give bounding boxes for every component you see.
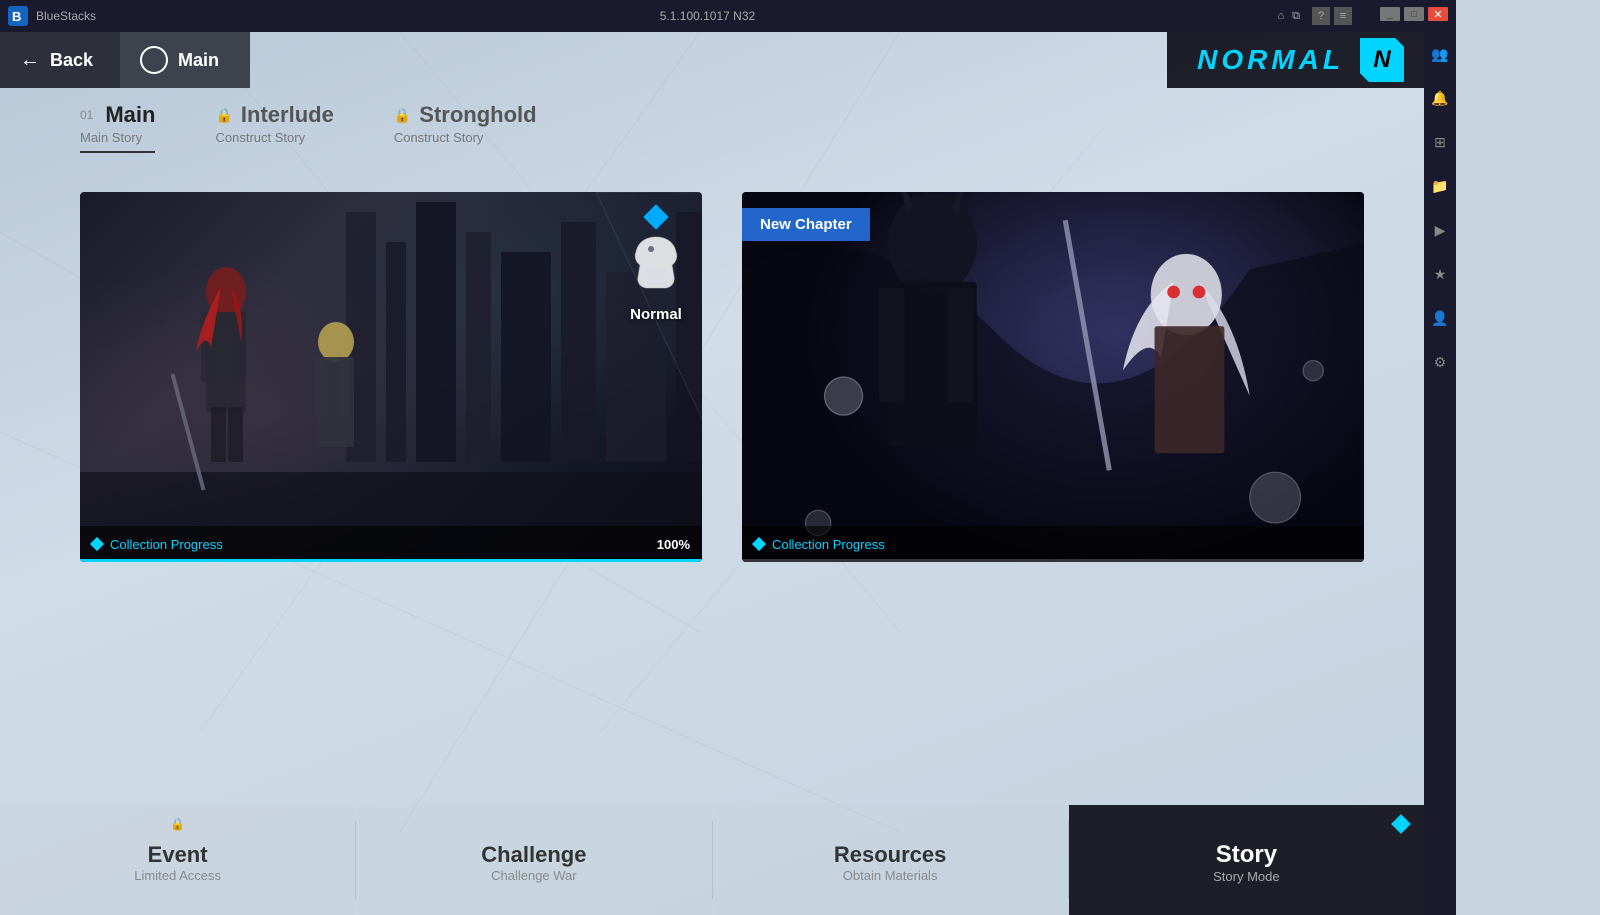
interlude-lock-icon: 🔒 — [215, 107, 232, 124]
back-button[interactable]: ← Back — [0, 32, 120, 88]
main-content: ← Back Main NORMAL N 01 Main Main Story … — [0, 32, 1424, 915]
tab-interlude[interactable]: 🔒 Interlude Construct Story — [215, 102, 333, 153]
app-title: BlueStacks — [36, 9, 654, 23]
collection-progress-1: Collection Progress 100% — [80, 526, 702, 562]
multi-icon[interactable]: ⧉ — [1292, 10, 1300, 23]
card-image-1: Normal Collection Progress 100% — [80, 192, 702, 562]
main-button[interactable]: Main — [120, 32, 250, 88]
svg-text:B: B — [12, 9, 21, 24]
title-bar: B BlueStacks 5.1.100.1017 N32 ⌂ ⧉ ? ≡ _ … — [0, 0, 1456, 32]
mode-section: NORMAL N — [1167, 32, 1424, 88]
tabs-section: 01 Main Main Story 🔒 Interlude Construct… — [80, 102, 537, 153]
help-button[interactable]: ? — [1312, 7, 1330, 25]
story-active-diamond — [1391, 814, 1411, 834]
close-button[interactable]: ✕ — [1428, 7, 1448, 21]
layers-icon[interactable]: ⊞ — [1426, 128, 1454, 156]
chapter-card-2[interactable]: New Chapter Collection Progress 02 Journ… — [742, 192, 1364, 562]
tab-stronghold[interactable]: 🔒 Stronghold Construct Story — [394, 102, 537, 153]
tab-main-title-row: 01 Main — [80, 102, 155, 128]
top-nav: ← Back Main NORMAL N — [0, 32, 1424, 88]
tab-stronghold-sub: Construct Story — [394, 130, 537, 145]
tab-interlude-title-row: 🔒 Interlude — [215, 102, 333, 128]
tab-main[interactable]: 01 Main Main Story — [80, 102, 155, 153]
right-sidebar: 👥 🔔 ⊞ 📁 ▶ ★ 👤 ⚙ — [1424, 32, 1456, 915]
app-version: 5.1.100.1017 N32 — [660, 9, 1278, 23]
maximize-button[interactable]: □ — [1404, 7, 1424, 21]
challenge-sub: Challenge War — [491, 868, 577, 883]
card-image-2: New Chapter Collection Progress — [742, 192, 1364, 562]
back-arrow-icon: ← — [20, 49, 40, 72]
settings-icon[interactable]: ⚙ — [1426, 348, 1454, 376]
title-bar-icons: ⌂ ⧉ — [1278, 10, 1301, 23]
star-icon[interactable]: ★ — [1426, 260, 1454, 288]
new-chapter-badge: New Chapter — [742, 208, 870, 241]
bottom-nav-resources[interactable]: Resources Obtain Materials — [713, 805, 1068, 915]
bottom-nav: Event Limited Access Challenge Challenge… — [0, 805, 1424, 915]
tab-main-name: Main — [105, 102, 155, 128]
tab-main-num: 01 — [80, 108, 93, 122]
event-sub: Limited Access — [134, 868, 221, 883]
event-label: Event — [148, 842, 208, 868]
main-circle-icon — [140, 46, 168, 74]
resources-sub: Obtain Materials — [843, 868, 938, 883]
tab-interlude-sub: Construct Story — [215, 130, 333, 145]
progress-bar-1 — [80, 559, 702, 562]
tab-stronghold-name: Stronghold — [419, 102, 536, 128]
bottom-nav-event[interactable]: Event Limited Access — [0, 805, 355, 915]
bottom-nav-challenge[interactable]: Challenge Challenge War — [356, 805, 711, 915]
progress-diamond-2 — [752, 537, 766, 551]
stronghold-lock-icon: 🔒 — [394, 107, 411, 124]
challenge-label: Challenge — [481, 842, 586, 868]
mode-logo: N — [1360, 38, 1404, 82]
mode-letter: N — [1373, 46, 1390, 74]
folder-icon[interactable]: 📁 — [1426, 172, 1454, 200]
tab-interlude-name: Interlude — [241, 102, 334, 128]
user-icon[interactable]: 👤 — [1426, 304, 1454, 332]
resources-label: Resources — [834, 842, 947, 868]
normal-badge-text: Normal — [630, 306, 682, 323]
tab-main-sub: Main Story — [80, 130, 155, 145]
story-sub: Story Mode — [1213, 869, 1279, 884]
arrow-icon[interactable]: ▶ — [1426, 216, 1454, 244]
progress-bar-2 — [742, 559, 1364, 562]
menu-button[interactable]: ≡ — [1334, 7, 1352, 25]
users-icon[interactable]: 👥 — [1426, 40, 1454, 68]
normal-badge: Normal — [626, 208, 686, 323]
progress-label-1: Collection Progress — [110, 537, 649, 552]
minimize-button[interactable]: _ — [1380, 7, 1400, 21]
bell-icon[interactable]: 🔔 — [1426, 84, 1454, 112]
progress-fill-1 — [80, 559, 702, 562]
back-label: Back — [50, 50, 93, 71]
mode-label: NORMAL — [1197, 44, 1344, 76]
story-label: Story — [1216, 841, 1277, 869]
cards-area: Normal Collection Progress 100% 01 Graff… — [80, 192, 1364, 795]
bottom-nav-story[interactable]: Story Story Mode — [1069, 805, 1424, 915]
chapter-card-1[interactable]: Normal Collection Progress 100% 01 Graff… — [80, 192, 702, 562]
collection-progress-2: Collection Progress — [742, 526, 1364, 562]
app-logo: B — [8, 6, 28, 26]
progress-diamond-1 — [90, 537, 104, 551]
new-chapter-label: New Chapter — [760, 216, 852, 233]
progress-label-2: Collection Progress — [772, 537, 1352, 552]
progress-pct-1: 100% — [657, 537, 690, 552]
window-controls: ? ≡ _ □ ✕ — [1312, 7, 1448, 25]
tab-stronghold-title-row: 🔒 Stronghold — [394, 102, 537, 128]
home-icon[interactable]: ⌂ — [1278, 10, 1285, 22]
chess-knight-icon — [626, 232, 686, 302]
normal-badge-diamond — [643, 204, 668, 229]
main-label: Main — [178, 50, 219, 71]
